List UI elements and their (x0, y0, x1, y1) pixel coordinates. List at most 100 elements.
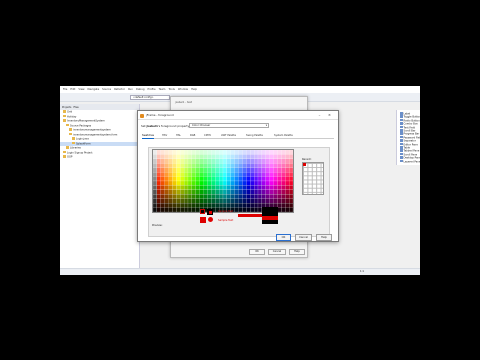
color-swatch[interactable] (277, 176, 282, 182)
color-swatch[interactable] (160, 154, 165, 159)
color-swatch[interactable] (246, 189, 251, 195)
color-swatch[interactable] (184, 176, 189, 182)
color-swatch[interactable] (164, 163, 169, 168)
color-swatch[interactable] (187, 207, 192, 213)
color-swatch[interactable] (203, 158, 208, 164)
color-swatch[interactable] (164, 149, 169, 155)
color-swatch[interactable] (234, 207, 239, 213)
color-swatch[interactable] (250, 158, 255, 164)
color-swatch[interactable] (211, 163, 216, 168)
color-swatch[interactable] (222, 198, 227, 204)
color-swatch[interactable] (238, 149, 243, 155)
color-swatch[interactable] (242, 176, 247, 182)
color-swatch[interactable] (254, 163, 259, 168)
tab-swing-palette[interactable]: Swing Palette (246, 133, 263, 139)
color-swatch[interactable] (250, 207, 255, 213)
color-swatch[interactable] (222, 149, 227, 155)
color-swatch[interactable] (215, 176, 220, 182)
color-swatch[interactable] (215, 180, 220, 186)
color-swatch[interactable] (230, 189, 235, 195)
color-swatch[interactable] (156, 207, 161, 213)
color-swatch[interactable] (254, 176, 259, 182)
color-swatch[interactable] (152, 180, 157, 186)
color-swatch[interactable] (152, 207, 157, 213)
color-swatch[interactable] (172, 154, 177, 159)
color-swatch[interactable] (289, 198, 294, 204)
color-swatch[interactable] (191, 167, 196, 173)
color-swatch[interactable] (219, 194, 224, 199)
color-swatch[interactable] (289, 163, 294, 168)
color-swatch[interactable] (219, 203, 224, 208)
color-swatch[interactable] (184, 185, 189, 190)
color-swatch[interactable] (269, 149, 274, 155)
color-swatch[interactable] (180, 207, 185, 213)
color-swatch[interactable] (281, 198, 286, 204)
color-swatch[interactable] (203, 172, 208, 177)
color-swatch[interactable] (195, 180, 200, 186)
color-swatch[interactable] (211, 203, 216, 208)
color-swatch[interactable] (191, 180, 196, 186)
color-swatch[interactable] (277, 185, 282, 190)
color-swatch[interactable] (195, 167, 200, 173)
menu-navigate[interactable]: Navigate (88, 88, 100, 91)
color-swatch[interactable] (250, 194, 255, 199)
color-swatch[interactable] (211, 185, 216, 190)
color-swatch[interactable] (187, 194, 192, 199)
color-swatch[interactable] (172, 167, 177, 173)
color-swatch[interactable] (277, 180, 282, 186)
color-swatch[interactable] (222, 176, 227, 182)
color-swatch[interactable] (160, 203, 165, 208)
color-swatch[interactable] (211, 189, 216, 195)
color-swatch[interactable] (242, 185, 247, 190)
color-swatch[interactable] (273, 149, 278, 155)
color-swatch[interactable] (215, 194, 220, 199)
menu-source[interactable]: Source (102, 88, 111, 91)
color-swatch[interactable] (199, 158, 204, 164)
color-swatch[interactable] (265, 189, 270, 195)
color-swatch[interactable] (277, 158, 282, 164)
color-swatch[interactable] (199, 163, 204, 168)
color-swatch[interactable] (172, 172, 177, 177)
tab-rgb[interactable]: RGB (190, 133, 195, 139)
color-swatch[interactable] (164, 176, 169, 182)
color-swatch[interactable] (184, 189, 189, 195)
color-swatch[interactable] (273, 158, 278, 164)
color-swatch[interactable] (207, 172, 212, 177)
color-swatch[interactable] (180, 176, 185, 182)
color-swatch[interactable] (172, 176, 177, 182)
color-swatch[interactable] (215, 203, 220, 208)
color-swatch[interactable] (254, 149, 259, 155)
color-swatch[interactable] (191, 198, 196, 204)
color-swatch[interactable] (211, 198, 216, 204)
color-swatch[interactable] (187, 185, 192, 190)
color-swatch[interactable] (195, 189, 200, 195)
back-cancel-button[interactable]: Cancel (268, 249, 286, 255)
color-swatch[interactable] (273, 194, 278, 199)
color-swatch[interactable] (285, 172, 290, 177)
color-swatch[interactable] (285, 203, 290, 208)
color-swatch[interactable] (222, 172, 227, 177)
color-swatch[interactable] (242, 149, 247, 155)
color-swatch[interactable] (211, 158, 216, 164)
color-swatch[interactable] (254, 180, 259, 186)
color-swatch[interactable] (273, 185, 278, 190)
color-swatch[interactable] (195, 176, 200, 182)
color-swatch[interactable] (215, 189, 220, 195)
cancel-button[interactable]: Cancel (295, 234, 312, 241)
color-swatch[interactable] (250, 163, 255, 168)
color-swatch[interactable] (230, 172, 235, 177)
color-swatch[interactable] (257, 185, 262, 190)
color-swatch[interactable] (191, 185, 196, 190)
color-swatch[interactable] (289, 158, 294, 164)
color-swatch[interactable] (176, 180, 181, 186)
color-swatch[interactable] (226, 163, 231, 168)
color-swatch[interactable] (184, 158, 189, 164)
color-swatch[interactable] (230, 163, 235, 168)
color-swatch[interactable] (211, 154, 216, 159)
color-swatch[interactable] (246, 176, 251, 182)
color-swatch[interactable] (203, 149, 208, 155)
color-swatch[interactable] (195, 149, 200, 155)
color-swatch[interactable] (238, 203, 243, 208)
color-swatch[interactable] (187, 154, 192, 159)
color-swatch[interactable] (187, 189, 192, 195)
